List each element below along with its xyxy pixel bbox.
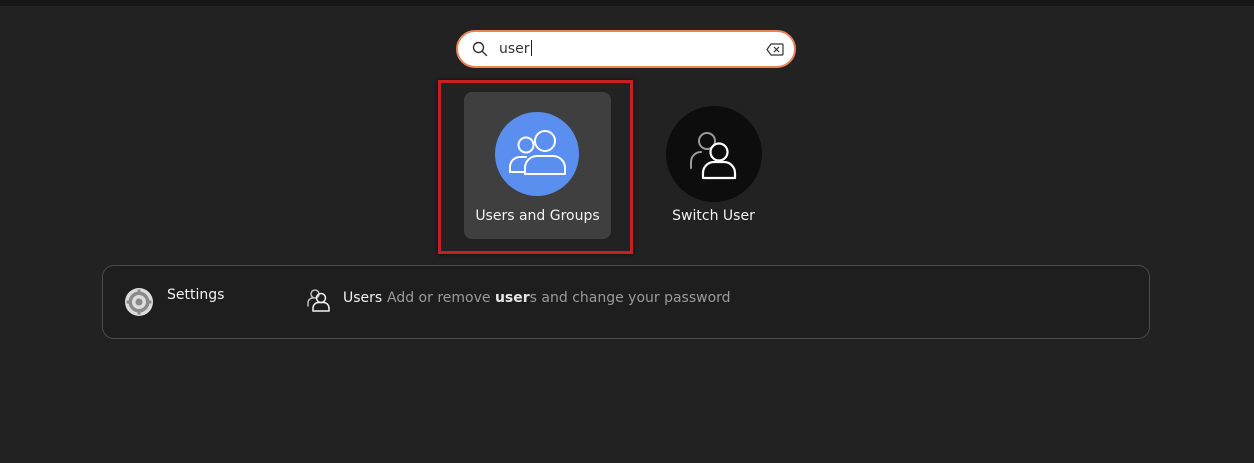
search-input-value: user — [499, 41, 530, 57]
search-field[interactable]: user — [456, 30, 796, 68]
provider-name[interactable]: Settings — [167, 287, 224, 303]
result-description-after: s and change your password — [529, 290, 731, 306]
backspace-clear-icon[interactable] — [766, 43, 784, 56]
users-and-groups-icon — [495, 112, 579, 196]
text-caret — [530, 40, 532, 56]
result-description: Add or remove users and change your pass… — [387, 290, 731, 306]
app-label: Switch User — [672, 208, 755, 224]
search-icon — [472, 41, 488, 57]
user-icon — [307, 289, 330, 312]
top-bar — [0, 0, 1254, 6]
result-description-match: user — [494, 290, 530, 306]
settings-gear-icon[interactable] — [124, 287, 154, 317]
result-description-before: Add or remove — [387, 290, 495, 306]
search-results-panel: Settings Users Add or remove users and c… — [102, 265, 1150, 339]
app-label: Users and Groups — [475, 208, 600, 224]
switch-user-icon — [666, 106, 762, 202]
result-item-users[interactable]: Users — [343, 290, 382, 306]
app-users-and-groups[interactable]: Users and Groups — [464, 92, 611, 239]
search-input[interactable]: user — [499, 40, 532, 58]
app-switch-user[interactable]: Switch User — [640, 92, 787, 239]
